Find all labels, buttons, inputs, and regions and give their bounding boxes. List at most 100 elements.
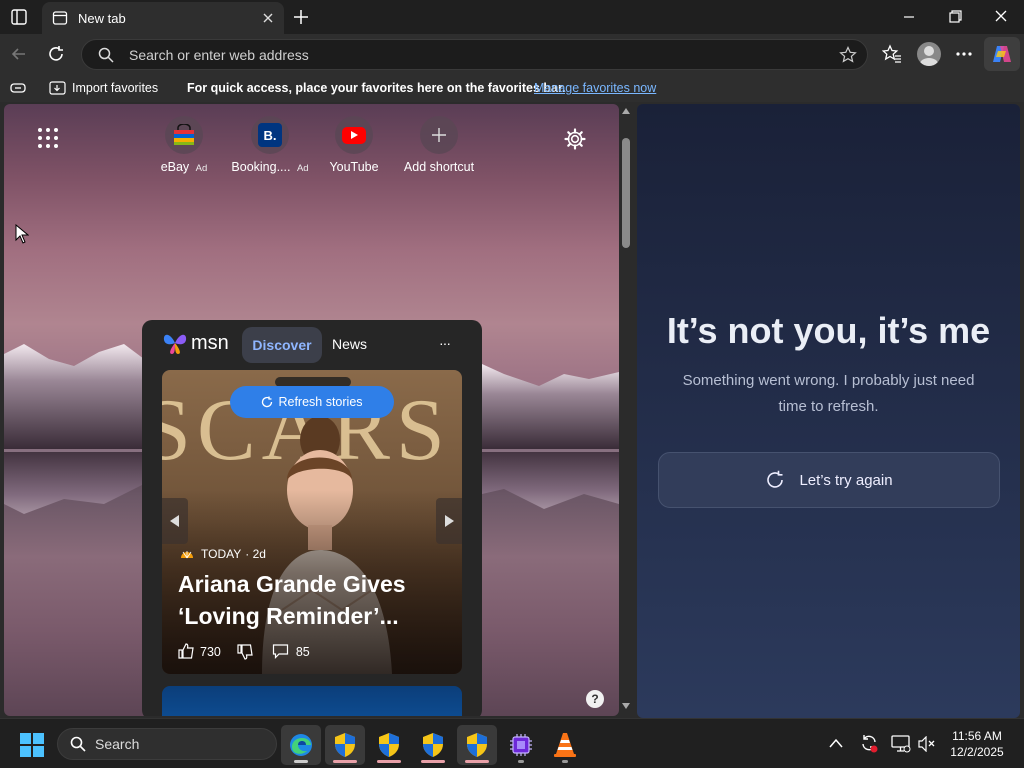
like-icon[interactable] bbox=[178, 643, 195, 660]
tab-new-tab[interactable]: New tab bbox=[42, 2, 284, 34]
shortcut-ebay[interactable]: eBay Ad bbox=[139, 116, 229, 174]
tab-discover[interactable]: Discover bbox=[242, 327, 322, 363]
help-button[interactable]: ? bbox=[586, 690, 604, 708]
refresh-button[interactable] bbox=[46, 44, 66, 64]
restore-button[interactable] bbox=[946, 9, 964, 25]
card-age: · 2d bbox=[245, 547, 266, 561]
shield-icon bbox=[467, 733, 487, 757]
error-message: Something went wrong. I probably just ne… bbox=[637, 368, 1020, 420]
dislike-icon[interactable] bbox=[237, 643, 254, 660]
favorite-star-icon[interactable] bbox=[839, 46, 857, 64]
volume-muted-icon[interactable] bbox=[918, 736, 936, 752]
taskbar: Search 11:56 AM 12/2/2025 bbox=[0, 718, 1024, 768]
card-headline[interactable]: Ariana Grande Gives ‘Loving Reminder’... bbox=[178, 568, 406, 632]
msn-feed-panel: msn Discover News ··· SCARS bbox=[142, 320, 482, 716]
manage-favorites-link[interactable]: Manage favorites now bbox=[534, 81, 656, 95]
sync-status-icon[interactable] bbox=[859, 733, 879, 753]
show-hidden-icons-chevron-up-icon[interactable] bbox=[829, 738, 843, 748]
close-tab-icon[interactable] bbox=[262, 12, 274, 24]
taskbar-edge[interactable] bbox=[281, 725, 321, 765]
ad-badge: Ad bbox=[195, 163, 208, 174]
booking-icon: B. bbox=[251, 116, 289, 154]
shortcut-booking[interactable]: B. Booking.... Ad bbox=[225, 116, 315, 174]
shield-icon bbox=[379, 733, 399, 757]
close-window-button[interactable] bbox=[992, 9, 1010, 25]
headline-line: ‘Loving Reminder’... bbox=[178, 603, 399, 629]
scrollbar-thumb[interactable] bbox=[622, 138, 630, 248]
taskbar-app-shield-2[interactable] bbox=[369, 725, 409, 765]
shortcut-label: YouTube bbox=[329, 160, 379, 174]
ad-badge: Ad bbox=[296, 163, 309, 174]
msn-more-button[interactable]: ··· bbox=[439, 335, 451, 351]
comment-icon[interactable] bbox=[272, 643, 289, 660]
address-bar[interactable]: Search or enter web address bbox=[81, 39, 868, 70]
favorites-icon[interactable] bbox=[882, 44, 902, 64]
import-favorites-button[interactable]: Import favorites bbox=[49, 80, 158, 96]
news-card[interactable]: SCARS Refresh stories bbox=[162, 370, 462, 674]
address-placeholder: Search or enter web address bbox=[129, 46, 309, 63]
sidebar-toggle-icon[interactable] bbox=[10, 81, 26, 95]
mouse-cursor-icon bbox=[15, 224, 29, 244]
taskbar-app-shield-3[interactable] bbox=[413, 725, 453, 765]
chevron-right-icon bbox=[445, 515, 454, 527]
favorites-bar: Import favorites For quick access, place… bbox=[0, 74, 1024, 102]
error-side-panel: It’s not you, it’s me Something went wro… bbox=[637, 104, 1020, 718]
error-title: It’s not you, it’s me bbox=[666, 310, 991, 351]
retry-refresh-icon bbox=[765, 470, 785, 490]
network-icon[interactable] bbox=[891, 735, 911, 753]
toolbar: Search or enter web address bbox=[0, 34, 1024, 74]
refresh-stories-button[interactable]: Refresh stories bbox=[230, 386, 394, 418]
comment-count: 85 bbox=[295, 644, 310, 659]
apps-launcher-icon[interactable] bbox=[37, 127, 59, 149]
taskbar-app-chip[interactable] bbox=[501, 725, 541, 765]
back-button[interactable] bbox=[9, 44, 29, 64]
new-tab-icon bbox=[52, 10, 68, 26]
import-icon bbox=[49, 80, 67, 96]
refresh-stories-label: Refresh stories bbox=[278, 395, 363, 409]
taskbar-search-box[interactable]: Search bbox=[57, 728, 277, 760]
retry-button[interactable]: Let’s try again bbox=[658, 452, 1000, 508]
search-icon bbox=[98, 47, 114, 63]
import-favorites-label: Import favorites bbox=[72, 81, 159, 95]
error-message-line: time to refresh. bbox=[778, 398, 879, 415]
retry-label: Let’s try again bbox=[799, 471, 893, 489]
taskbar-app-shield-4[interactable] bbox=[457, 725, 497, 765]
taskbar-search-icon bbox=[70, 736, 86, 752]
shortcut-youtube[interactable]: YouTube bbox=[309, 116, 399, 174]
new-tab-page: eBay Ad B. Booking.... Ad YouTube Add sh… bbox=[4, 104, 619, 716]
minimize-button[interactable] bbox=[900, 9, 918, 25]
tab-actions-icon[interactable] bbox=[10, 8, 28, 26]
vlc-cone-icon bbox=[554, 733, 576, 757]
card-source: TODAY bbox=[201, 547, 242, 561]
headline-line: Ariana Grande Gives bbox=[178, 571, 406, 597]
today-logo-icon bbox=[180, 549, 194, 559]
error-message-line: Something went wrong. I probably just ne… bbox=[682, 372, 975, 389]
page-settings-gear-icon[interactable] bbox=[564, 128, 586, 150]
title-bar: New tab bbox=[0, 0, 1024, 34]
profile-avatar[interactable] bbox=[917, 42, 941, 66]
scroll-down-arrow-icon[interactable] bbox=[622, 703, 630, 709]
shield-icon bbox=[335, 733, 355, 757]
settings-more-icon[interactable] bbox=[954, 44, 974, 64]
clock-date: 12/2/2025 bbox=[950, 745, 1004, 759]
like-count: 730 bbox=[200, 644, 221, 659]
next-news-card[interactable] bbox=[162, 686, 462, 716]
windows-start-icon[interactable] bbox=[20, 733, 44, 757]
page-scrollbar[interactable] bbox=[619, 102, 633, 718]
scroll-up-arrow-icon[interactable] bbox=[622, 108, 630, 114]
msn-logo[interactable]: msn bbox=[162, 330, 229, 356]
processor-chip-icon bbox=[510, 734, 532, 756]
carousel-next-button[interactable] bbox=[436, 498, 462, 544]
carousel-prev-button[interactable] bbox=[162, 498, 188, 544]
new-tab-button[interactable] bbox=[292, 8, 310, 26]
shortcut-label: Add shortcut bbox=[403, 160, 475, 174]
youtube-icon bbox=[335, 116, 373, 154]
taskbar-app-vlc[interactable] bbox=[545, 725, 585, 765]
taskbar-app-shield-1[interactable] bbox=[325, 725, 365, 765]
shield-icon bbox=[423, 733, 443, 757]
clock[interactable]: 11:56 AM 12/2/2025 bbox=[940, 728, 1014, 760]
copilot-button[interactable] bbox=[984, 37, 1020, 71]
shortcut-add[interactable]: Add shortcut bbox=[394, 116, 484, 174]
taskbar-search-label: Search bbox=[95, 736, 140, 752]
tab-news[interactable]: News bbox=[332, 336, 367, 352]
